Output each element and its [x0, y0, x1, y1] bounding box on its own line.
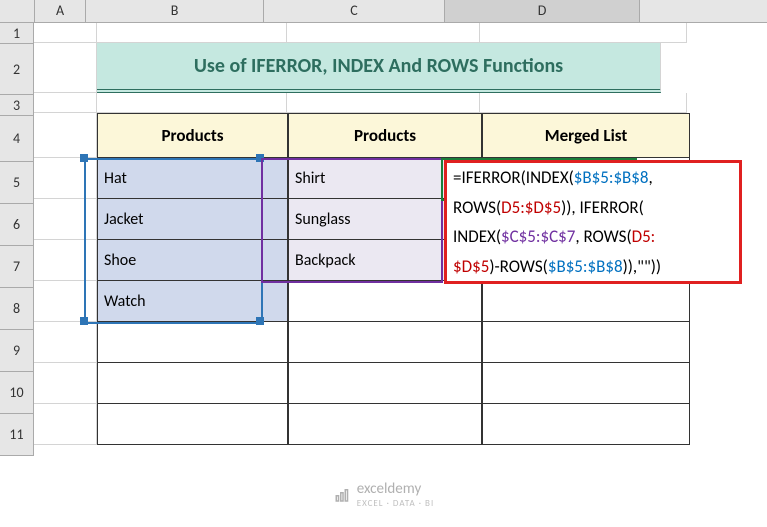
cell-c3[interactable]: [287, 93, 480, 113]
col-header-d[interactable]: D: [445, 0, 640, 22]
cell-c8[interactable]: [288, 281, 482, 322]
cell-b3[interactable]: [97, 93, 287, 113]
col-header-c[interactable]: C: [264, 0, 445, 22]
row-header-6[interactable]: 6: [0, 204, 34, 246]
cell-b11[interactable]: [97, 404, 288, 445]
cell-d11[interactable]: [482, 404, 690, 445]
cell-d10[interactable]: [482, 363, 690, 404]
cell-b10[interactable]: [97, 363, 288, 404]
cell-d1[interactable]: [480, 23, 687, 43]
formula-line-2: ROWS(D5:$D$5)), IFERROR(: [447, 193, 739, 223]
formula-line-1: =IFERROR(INDEX($B$5:$B$8,: [447, 163, 739, 193]
col-b-header[interactable]: Products: [97, 113, 288, 158]
row-header-2[interactable]: 2: [0, 44, 34, 95]
sel-handle-tl[interactable]: [80, 154, 88, 162]
row-header-11[interactable]: 11: [0, 414, 34, 456]
formula-line-3: INDEX($C$5:$C$7, ROWS(D5:: [447, 222, 739, 252]
sel-handle-bl[interactable]: [80, 317, 88, 325]
cell-a10[interactable]: [34, 363, 97, 404]
cell-a1[interactable]: [34, 23, 97, 43]
cell-c9[interactable]: [288, 322, 482, 363]
row-header-5[interactable]: 5: [0, 162, 34, 204]
watermark-text: exceldemy: [357, 480, 421, 498]
cell-c11[interactable]: [288, 404, 482, 445]
cell-a8[interactable]: [34, 281, 97, 322]
cell-a11[interactable]: [34, 404, 97, 445]
spreadsheet: A B C D 1 2 3 4 5 6 7 8 9 10 11: [0, 0, 767, 527]
row-header-8[interactable]: 8: [0, 288, 34, 330]
column-headers: A B C D: [0, 0, 767, 23]
col-header-b[interactable]: B: [86, 0, 264, 22]
cell-b7[interactable]: Shoe: [97, 240, 288, 281]
cell-a3[interactable]: [34, 93, 97, 113]
page-title[interactable]: Use of IFERROR, INDEX And ROWS Functions: [97, 43, 661, 93]
cell-b1[interactable]: [97, 23, 287, 43]
select-all-corner[interactable]: [0, 0, 35, 23]
formula-line-4: $D$5)-ROWS($B$5:$B$8)),"")): [447, 252, 739, 282]
watermark: exceldemy EXCEL · DATA · BI: [333, 480, 434, 509]
row-header-10[interactable]: 10: [0, 372, 34, 414]
chart-icon: [333, 486, 351, 504]
row-header-9[interactable]: 9: [0, 330, 34, 372]
cell-b8[interactable]: Watch: [97, 281, 288, 322]
cell-a2[interactable]: [34, 43, 97, 93]
cell-d8[interactable]: [482, 281, 690, 322]
watermark-sub: EXCEL · DATA · BI: [357, 498, 434, 509]
cell-a9[interactable]: [34, 322, 97, 363]
cell-c1[interactable]: [287, 23, 480, 43]
cell-d9[interactable]: [482, 322, 690, 363]
row-header-1[interactable]: 1: [0, 23, 34, 44]
row-header-7[interactable]: 7: [0, 246, 34, 288]
cell-c10[interactable]: [288, 363, 482, 404]
cell-a6[interactable]: [34, 199, 97, 240]
sel-handle-br[interactable]: [256, 317, 264, 325]
col-c-header[interactable]: Products: [288, 113, 482, 158]
sel-handle-tr[interactable]: [256, 154, 264, 162]
col-header-a[interactable]: A: [35, 0, 86, 22]
cell-a7[interactable]: [34, 240, 97, 281]
row-headers: 1 2 3 4 5 6 7 8 9 10 11: [0, 23, 34, 456]
cells-area: Use of IFERROR, INDEX And ROWS Functions…: [34, 23, 767, 456]
row-header-4[interactable]: 4: [0, 116, 34, 162]
formula-callout: =IFERROR(INDEX($B$5:$B$8, ROWS(D5:$D$5))…: [444, 160, 742, 284]
cell-d3[interactable]: [480, 93, 687, 113]
cell-a5[interactable]: [34, 158, 97, 199]
col-d-header[interactable]: Merged List: [482, 113, 690, 158]
row-header-3[interactable]: 3: [0, 95, 34, 116]
cell-a4[interactable]: [34, 113, 97, 158]
cell-b9[interactable]: [97, 322, 288, 363]
cell-b6[interactable]: Jacket: [97, 199, 288, 240]
cell-b5[interactable]: Hat: [97, 158, 288, 199]
